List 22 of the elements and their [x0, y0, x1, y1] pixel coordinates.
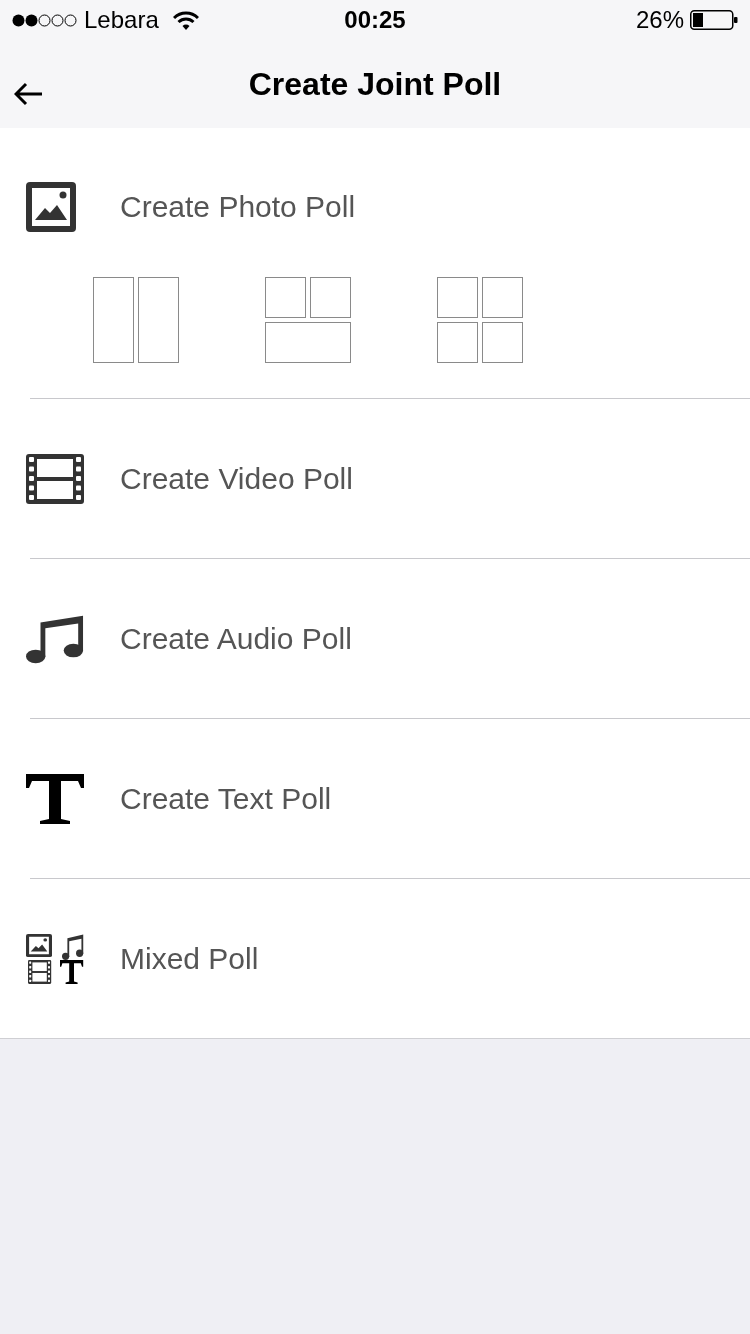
poll-type-option[interactable]: Create Photo Poll: [120, 190, 356, 224]
screen-title: Create Joint Poll: [248, 65, 502, 103]
mixed-media-icon: [26, 933, 84, 984]
clock-time: 00:25: [344, 6, 406, 34]
carrier-name: Lebara: [84, 6, 159, 34]
poll-type-option[interactable]: Create Audio Poll: [120, 621, 352, 656]
music-note-icon: [26, 613, 84, 664]
battery-icon: [690, 10, 738, 30]
poll-type-option[interactable]: Create Text Poll: [120, 781, 332, 816]
wifi-icon: [172, 10, 199, 30]
back-arrow-icon: [14, 82, 44, 106]
letter-t-icon: [26, 773, 84, 824]
poll-type-option[interactable]: Create Video Poll: [120, 461, 353, 496]
battery-percent: 26%: [635, 6, 684, 34]
photo-icon: [26, 182, 76, 232]
two-column-layout-icon[interactable]: [93, 277, 179, 363]
poll-type-option[interactable]: Mixed Poll: [120, 941, 259, 976]
three-panel-layout-icon[interactable]: [265, 277, 351, 363]
four-panel-layout-icon[interactable]: [437, 277, 523, 363]
signal-strength-icon: [12, 13, 78, 27]
back-button[interactable]: [14, 82, 44, 106]
film-strip-icon: [26, 453, 84, 504]
